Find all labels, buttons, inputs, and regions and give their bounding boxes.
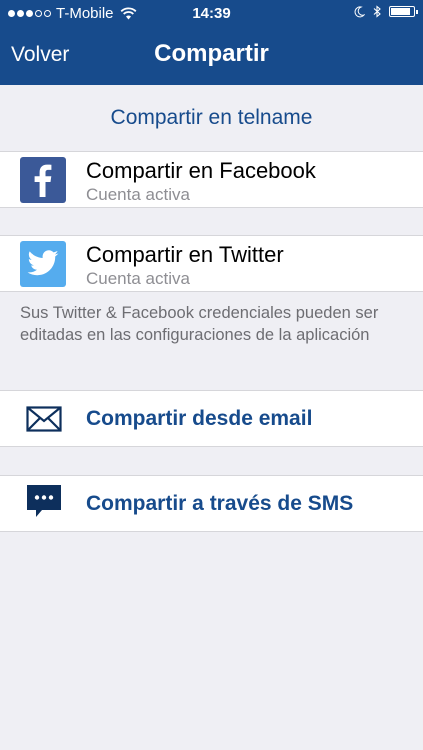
share-facebook-row[interactable]: Compartir en Facebook Cuenta activa bbox=[0, 151, 423, 208]
bluetooth-icon bbox=[373, 5, 381, 18]
navigation-header: T-Mobile 14:39 Volver Compartir bbox=[0, 0, 423, 85]
share-facebook-label: Compartir en Facebook bbox=[86, 158, 316, 183]
twitter-icon bbox=[20, 241, 66, 287]
moon-icon bbox=[354, 5, 365, 17]
section-header: Compartir en telname bbox=[110, 106, 313, 129]
status-right bbox=[354, 5, 418, 18]
credentials-note: Sus Twitter & Facebook credenciales pued… bbox=[20, 304, 379, 344]
battery-icon bbox=[389, 6, 418, 17]
facebook-icon bbox=[20, 157, 66, 203]
status-bar: T-Mobile 14:39 bbox=[0, 0, 423, 28]
page-title: Compartir bbox=[154, 40, 269, 67]
share-email-row[interactable]: Compartir desde email bbox=[0, 390, 423, 447]
share-twitter-label: Compartir en Twitter bbox=[86, 242, 284, 267]
sms-icon bbox=[22, 485, 66, 518]
facebook-status: Cuenta activa bbox=[86, 185, 190, 204]
envelope-icon bbox=[22, 403, 66, 435]
share-twitter-row[interactable]: Compartir en Twitter Cuenta activa bbox=[0, 235, 423, 292]
share-email-label: Compartir desde email bbox=[86, 407, 313, 430]
share-sms-row[interactable]: Compartir a través de SMS bbox=[0, 475, 423, 532]
twitter-status: Cuenta activa bbox=[86, 269, 190, 288]
battery-fill bbox=[391, 8, 410, 15]
share-sms-label: Compartir a través de SMS bbox=[86, 492, 354, 515]
